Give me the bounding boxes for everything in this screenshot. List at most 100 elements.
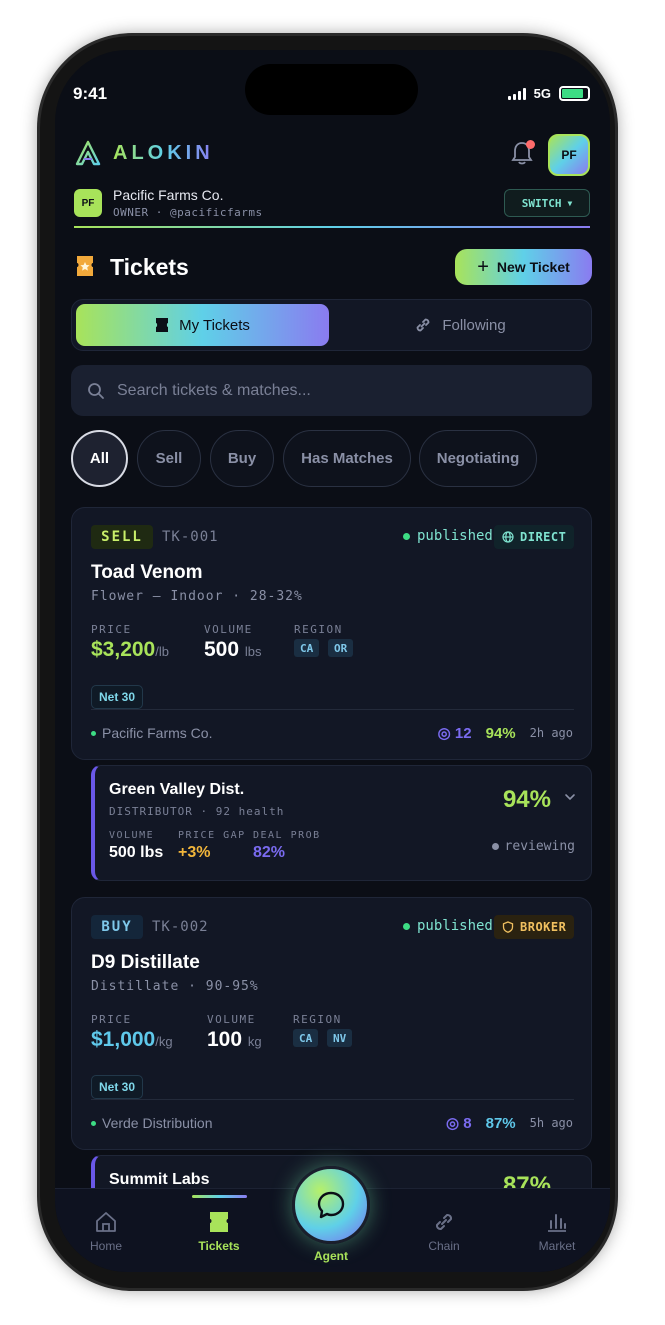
status-dot [403, 922, 410, 930]
match-subtitle: DISTRIBUTOR · 92 health [109, 805, 285, 818]
price-value: $3,200 [91, 638, 156, 661]
battery-level [562, 89, 584, 98]
status-label: published [417, 918, 493, 934]
price-unit: /lb [155, 644, 169, 659]
status-badge: published [403, 528, 493, 544]
title-row: Tickets + New Ticket [75, 249, 592, 289]
region-label: REGION [294, 623, 343, 636]
region-label: REGION [293, 1013, 342, 1026]
switch-label: SWITCH [521, 196, 562, 210]
divider [91, 1099, 574, 1100]
avatar[interactable]: PF [548, 134, 590, 176]
status-label: published [417, 528, 493, 544]
search-placeholder: Search tickets & matches... [117, 381, 311, 399]
ticket-card[interactable]: SELL TK-001 published DIRECT Toad Venom … [71, 507, 592, 760]
volume-value: 100 [207, 1028, 243, 1051]
search-input[interactable]: Search tickets & matches... [71, 365, 592, 416]
ticket-id: TK-001 [162, 529, 219, 545]
filter-chip-has-matches[interactable]: Has Matches [283, 430, 411, 487]
brand-name: ALOKIN [113, 142, 214, 164]
tab-following[interactable]: Following [333, 304, 587, 346]
region-tag: NV [327, 1029, 353, 1047]
ticket-price: $1,000/kg [91, 1028, 173, 1052]
bar-chart-icon [548, 1214, 566, 1232]
party-dot [91, 1120, 96, 1126]
link-icon [435, 1213, 453, 1231]
ticket-volume: 500 lbs [204, 638, 262, 662]
ticket-subtitle: Flower — Indoor · 28-32% [91, 589, 303, 604]
tab-my-tickets[interactable]: My Tickets [76, 304, 329, 346]
match-card[interactable]: Green Valley Dist. DISTRIBUTOR · 92 heal… [91, 765, 592, 881]
tab-chain-label: Chain [428, 1239, 460, 1253]
status-time: 9:41 [73, 84, 108, 103]
status-dot [491, 843, 499, 850]
side-badge: SELL [91, 525, 153, 549]
volume-label: VOLUME [204, 623, 253, 636]
price-value: $1,000 [91, 1028, 156, 1051]
party-dot [91, 730, 96, 736]
new-ticket-button[interactable]: + New Ticket [455, 249, 592, 285]
party-name: Pacific Farms Co. [102, 725, 213, 741]
match-volume-label: VOLUME [109, 830, 155, 841]
page-title: Tickets [110, 254, 189, 280]
header-divider [74, 226, 590, 228]
ticket-icon [77, 256, 93, 276]
agent-label: Agent [314, 1249, 348, 1263]
divider [91, 709, 574, 710]
ticket-stats: ◎ 12 94% 2h ago [437, 724, 573, 743]
status-icons: 5G [507, 86, 590, 101]
ticket-icon [210, 1212, 228, 1232]
route-label: DIRECT [520, 530, 567, 544]
volume-unit: kg [247, 1034, 262, 1049]
match-score: 94% [502, 786, 551, 813]
match-count: ◎ 12 [437, 725, 472, 742]
price-unit: /kg [155, 1034, 173, 1049]
filter-chip-buy[interactable]: Buy [210, 430, 274, 487]
tab-home[interactable]: Home [66, 1209, 146, 1253]
status-dot [403, 532, 410, 540]
network-label: 5G [533, 86, 551, 101]
ticket-age: 2h ago [529, 726, 573, 740]
ticket-title: D9 Distillate [91, 952, 200, 973]
match-count: ◎ 8 [446, 1115, 472, 1132]
filter-chip-all[interactable]: All [71, 430, 128, 487]
price-label: PRICE [91, 623, 132, 636]
ticket-card[interactable]: BUY TK-002 published BROKER D9 Distillat… [71, 897, 592, 1150]
region-tag: CA [294, 639, 320, 657]
account-role: OWNER · @pacificfarms [113, 206, 263, 219]
filter-chip-negotiating[interactable]: Negotiating [419, 430, 537, 487]
tab-tickets[interactable]: Tickets [179, 1209, 259, 1253]
route-badge: DIRECT [494, 525, 575, 549]
party-name: Verde Distribution [102, 1115, 213, 1131]
tab-chain[interactable]: Chain [404, 1209, 484, 1253]
terms-tag: Net 30 [91, 1075, 144, 1099]
status-badge: published [403, 918, 493, 934]
match-gap-label: PRICE GAP [178, 830, 246, 841]
battery-icon [559, 86, 590, 101]
filter-chip-sell[interactable]: Sell [137, 430, 201, 487]
ticket-volume: 100 kg [207, 1028, 262, 1052]
ticket-id: TK-002 [152, 919, 209, 935]
ticket-price: $3,200/lb [91, 638, 169, 662]
switch-button[interactable]: SWITCH ▼ [504, 189, 590, 217]
match-volume: 500 lbs [109, 844, 164, 861]
plus-icon: + [477, 256, 489, 278]
logo-icon [75, 140, 101, 166]
match-prob-label: DEAL PROB [253, 830, 321, 841]
ticket-stats: ◎ 8 87% 5h ago [446, 1114, 573, 1133]
link-icon [416, 318, 430, 332]
ticket-scope-toggle: My Tickets Following [71, 299, 592, 351]
region-tag: OR [328, 639, 354, 657]
shield-icon [502, 921, 514, 933]
match-status: reviewing [491, 839, 575, 854]
agent-button[interactable] [292, 1166, 370, 1244]
match-price-gap: +3% [178, 844, 211, 861]
tab-market[interactable]: Market [517, 1209, 597, 1253]
caret-down-icon: ▼ [567, 198, 573, 208]
tab-home-label: Home [89, 1239, 122, 1253]
signal-icon [507, 87, 526, 100]
account-switcher: PF Pacific Farms Co. OWNER · @pacificfar… [74, 187, 590, 221]
ticket-subtitle: Distillate · 90-95% [91, 979, 259, 994]
chat-bubble-icon [317, 1191, 345, 1219]
chevron-down-icon[interactable] [563, 790, 577, 804]
